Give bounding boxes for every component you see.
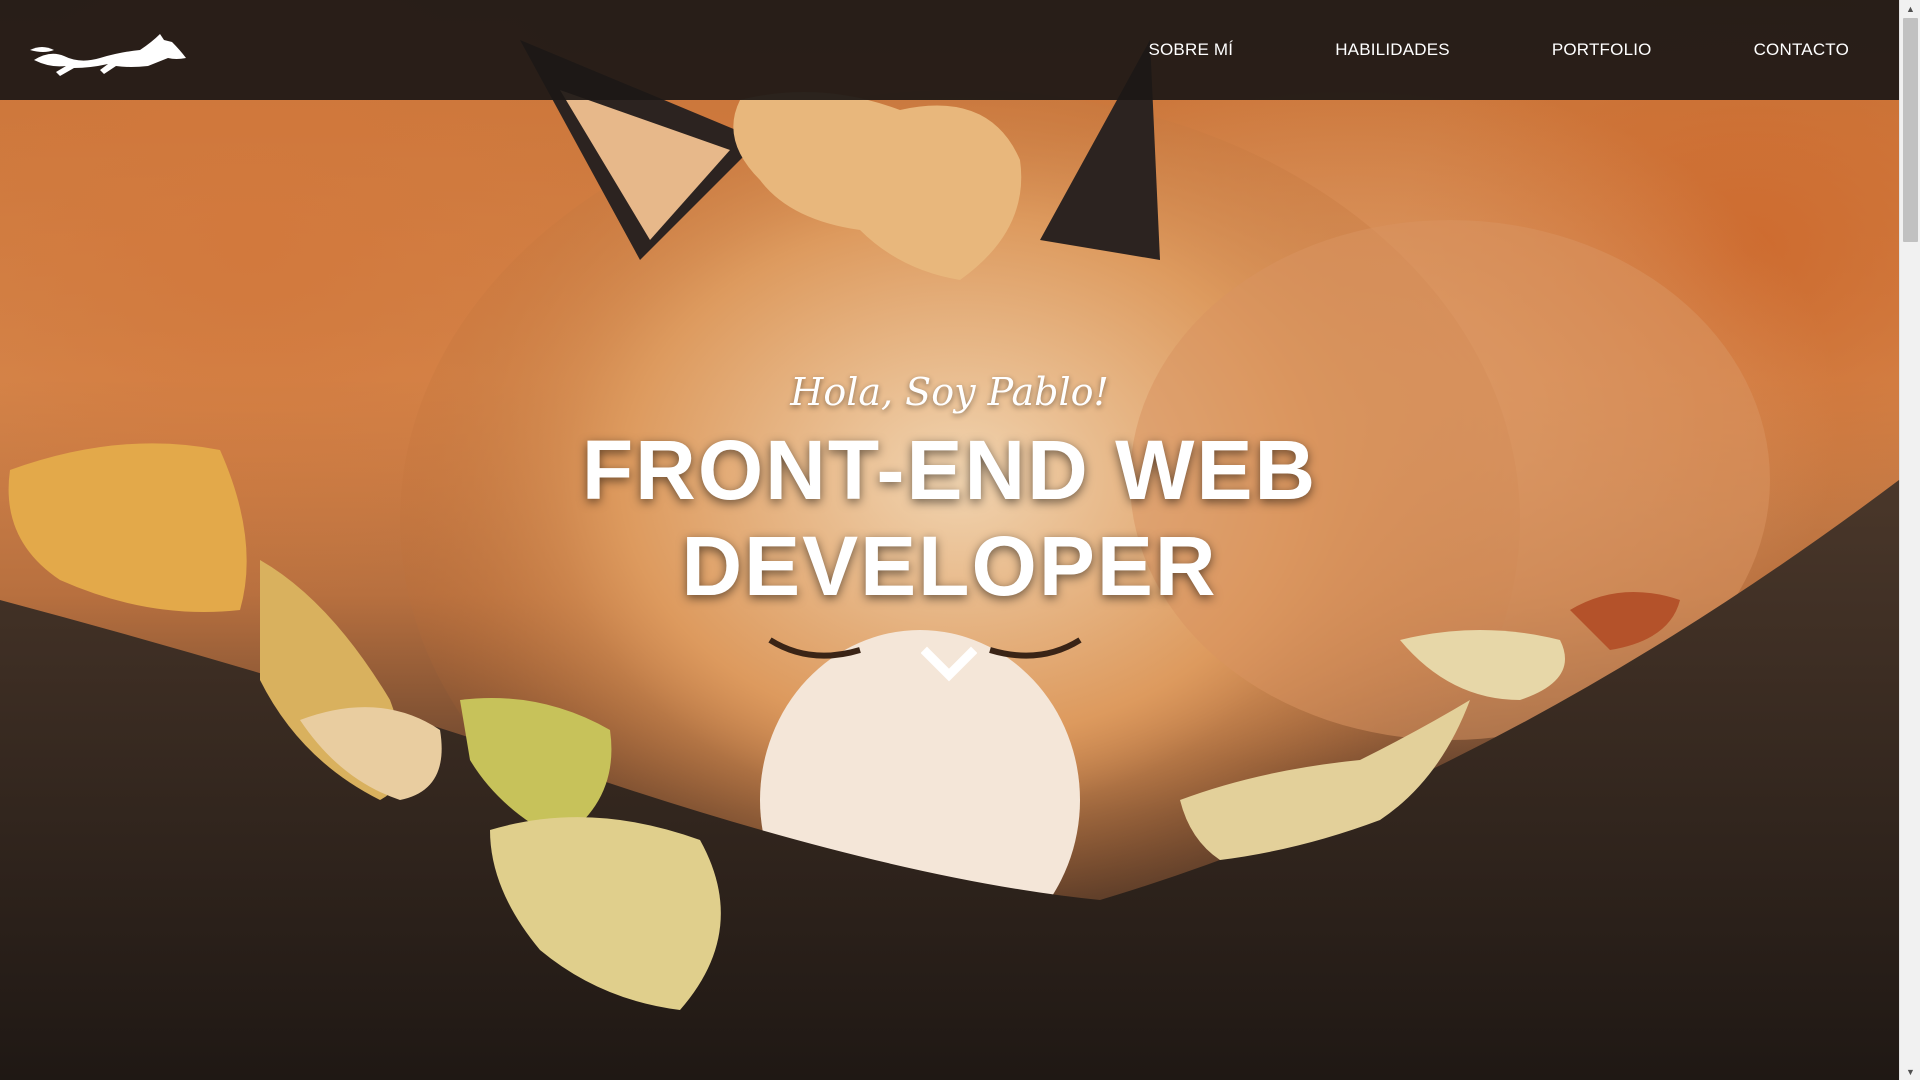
hero-headline: FRONT-END WEB DEVELOPER (0, 422, 1899, 614)
nav-item-portfolio[interactable]: PORTFOLIO (1552, 40, 1652, 60)
scroll-down-icon[interactable]: ▼ (1900, 1063, 1920, 1080)
scroll-thumb[interactable] (1903, 18, 1918, 242)
nav-item-habilidades[interactable]: HABILIDADES (1335, 40, 1450, 60)
hero-headline-line1: FRONT-END WEB (581, 423, 1318, 517)
main-nav: SOBRE MÍ HABILIDADES PORTFOLIO CONTACTO (1046, 0, 1849, 100)
scroll-up-icon[interactable]: ▲ (1900, 0, 1920, 17)
nav-item-contacto[interactable]: CONTACTO (1754, 40, 1849, 60)
top-navbar: SOBRE MÍ HABILIDADES PORTFOLIO CONTACTO (0, 0, 1899, 100)
hero-content: Hola, Soy Pablo! FRONT-END WEB DEVELOPER (0, 370, 1899, 614)
chevron-down-icon[interactable] (921, 645, 977, 685)
hero-greeting: Hola, Soy Pablo! (790, 370, 1109, 414)
nav-item-sobre-mi[interactable]: SOBRE MÍ (1148, 40, 1233, 60)
fox-running-icon[interactable] (30, 20, 190, 80)
hero-headline-line2: DEVELOPER (681, 519, 1218, 613)
page-scrollbar[interactable]: ▲ ▼ (1899, 0, 1920, 1080)
